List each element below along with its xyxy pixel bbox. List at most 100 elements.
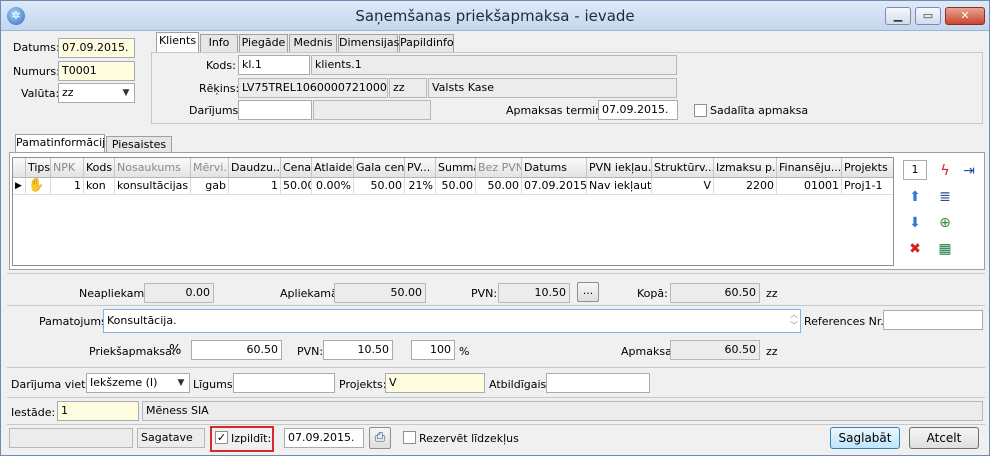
kopa-currency: zz <box>766 287 778 300</box>
izpildit-date-field[interactable]: 07.09.2015. <box>284 428 364 448</box>
tab-klients[interactable]: Klients <box>156 32 199 52</box>
scroll-up-icon[interactable]: ︿ <box>790 310 798 320</box>
col-strukturvieniba[interactable]: Struktūrv... <box>652 158 714 178</box>
insert-row-icon[interactable]: ⇥ <box>959 161 979 181</box>
percent-sign[interactable]: % <box>169 343 181 358</box>
hand-icon[interactable]: ✋ <box>26 178 51 195</box>
kods-field[interactable]: kl.1 <box>238 55 310 75</box>
col-gala-cena[interactable]: Gala cena <box>354 158 405 178</box>
numurs-field[interactable]: T0001 <box>58 61 135 81</box>
cell-projekts[interactable]: Proj1-1 <box>842 178 893 195</box>
darijums-field[interactable] <box>238 100 312 120</box>
pvn-total-value: 10.50 <box>498 283 570 303</box>
col-pvn-ieklauts[interactable]: PVN iekļau... <box>587 158 652 178</box>
divider <box>7 397 985 398</box>
tab-info[interactable]: Info <box>200 34 238 52</box>
tab-piegade[interactable]: Piegāde <box>239 34 288 52</box>
maximize-button[interactable]: ▭ <box>915 7 941 25</box>
cancel-button[interactable]: Atcelt <box>909 427 979 449</box>
rezervet-checkbox[interactable] <box>403 431 416 444</box>
tab-dimensijas[interactable]: Dimensijas <box>338 34 399 52</box>
prepay-pvn-label: PVN: <box>297 345 324 358</box>
apmaksai-value: 60.50 <box>670 340 760 360</box>
divider <box>7 305 985 306</box>
datums-label: Datums: <box>13 41 60 54</box>
cell-datums[interactable]: 07.09.2015. <box>522 178 587 195</box>
delete-icon[interactable]: ✖ <box>905 239 925 259</box>
cell-cena[interactable]: 50.00 <box>281 178 312 195</box>
cell-daudzums[interactable]: 1 <box>229 178 281 195</box>
items-grid: Tips NPK Kods Nosaukums Mērvi... Daudzu.… <box>12 157 894 266</box>
cell-bez-pvn[interactable]: 50.00 <box>476 178 522 195</box>
save-button[interactable]: Saglabāt <box>830 427 900 449</box>
tab-papildinfo[interactable]: Papildinfo <box>399 34 454 52</box>
down-arrow-icon[interactable]: ⬇ <box>905 213 925 233</box>
tab-pamatinformacija[interactable]: Pamatinformācija <box>15 134 112 154</box>
chevron-down-icon: ▼ <box>177 378 185 388</box>
col-summa[interactable]: Summa <box>436 158 476 178</box>
col-finansejums[interactable]: Finansēju... <box>777 158 842 178</box>
apmaksai-currency: zz <box>766 345 778 358</box>
cell-finansejums[interactable]: 01001 <box>777 178 842 195</box>
datums-field[interactable]: 07.09.2015. <box>58 38 135 58</box>
col-bez-pvn[interactable]: Bez PVN <box>476 158 522 178</box>
ligums-field[interactable] <box>233 373 335 393</box>
printer-icon[interactable]: ⎙ <box>369 427 391 449</box>
col-datums[interactable]: Datums <box>522 158 587 178</box>
up-arrow-icon[interactable]: ⬆ <box>905 187 925 207</box>
cell-kods[interactable]: kon <box>84 178 115 195</box>
col-pvn[interactable]: PV... <box>405 158 436 178</box>
cell-mervieniba[interactable]: gab <box>191 178 229 195</box>
projekts-field[interactable]: V <box>385 373 485 393</box>
col-kods[interactable]: Kods <box>84 158 115 178</box>
prepay-percent-suffix: % <box>459 345 470 358</box>
col-tips[interactable]: Tips <box>26 158 51 178</box>
pamatojums-field[interactable]: Konsultācija. ︿ ﹀ <box>103 309 801 333</box>
col-daudzums[interactable]: Daudzu... <box>229 158 281 178</box>
iestade-field[interactable]: 1 <box>57 401 139 421</box>
search-add-icon[interactable]: ⊕ <box>935 213 955 233</box>
cell-nosaukums[interactable]: konsultācijas <box>115 178 191 195</box>
col-atlaide[interactable]: Atlaide <box>312 158 354 178</box>
apliekama-value: 50.00 <box>334 283 426 303</box>
valuta-label: Valūta: <box>21 87 60 100</box>
valuta-select[interactable]: zz ▼ <box>58 83 135 103</box>
excel-icon[interactable]: ▦ <box>935 239 955 259</box>
tab-mednis[interactable]: Mednis <box>289 34 337 52</box>
pvn-details-button[interactable]: ... <box>577 282 599 302</box>
col-izmaksu-p[interactable]: Izmaksu p... <box>714 158 777 178</box>
projekts-label: Projekts: <box>339 378 387 391</box>
sadalita-checkbox[interactable] <box>694 104 707 117</box>
cell-pvn-ieklauts[interactable]: Nav iekļauts <box>587 178 652 195</box>
row-counter[interactable]: 1 <box>903 160 927 180</box>
minimize-button[interactable]: ▁ <box>885 7 911 25</box>
cell-atlaide[interactable]: 0.00% <box>312 178 354 195</box>
atbildigais-field[interactable] <box>546 373 650 393</box>
list-arrow-icon[interactable]: ≣ <box>935 187 955 207</box>
divider <box>7 424 985 425</box>
close-button[interactable]: ✕ <box>945 7 985 25</box>
scroll-down-icon[interactable]: ﹀ <box>790 321 798 331</box>
izpildit-checkbox[interactable]: ✓ <box>215 431 228 444</box>
col-cena[interactable]: Cena <box>281 158 312 178</box>
cell-strukturvieniba[interactable]: V <box>652 178 714 195</box>
col-nosaukums[interactable]: Nosaukums <box>115 158 191 178</box>
termins-field[interactable]: 07.09.2015. <box>598 100 678 120</box>
col-mervieniba[interactable]: Mērvi... <box>191 158 229 178</box>
prepay-percent-field[interactable]: 100 <box>411 340 455 360</box>
cell-npk: 1 <box>51 178 84 195</box>
lightning-icon[interactable]: ϟ <box>935 161 955 181</box>
references-field[interactable] <box>883 310 983 330</box>
vieta-select[interactable]: Iekšzeme (I) ▼ <box>86 373 190 393</box>
rekins-field[interactable]: LV75TREL1060000721000 <box>238 78 388 98</box>
termins-label: Apmaksas termiņš: <box>506 104 612 117</box>
cell-summa[interactable]: 50.00 <box>436 178 476 195</box>
col-npk[interactable]: NPK <box>51 158 84 178</box>
col-projekts[interactable]: Projekts <box>842 158 893 178</box>
cell-izmaksu-p[interactable]: 2200 <box>714 178 777 195</box>
valuta-value: zz <box>62 86 74 99</box>
cell-pvn[interactable]: 21% <box>405 178 436 195</box>
prepay-pvn-field[interactable]: 10.50 <box>323 340 393 360</box>
priekšapmaksa-field[interactable]: 60.50 <box>191 340 282 360</box>
cell-gala-cena[interactable]: 50.00 <box>354 178 405 195</box>
